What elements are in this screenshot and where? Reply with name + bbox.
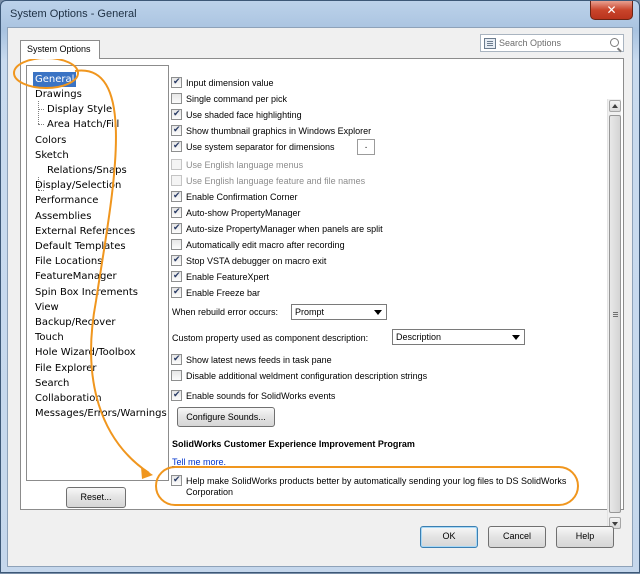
checkbox[interactable] bbox=[171, 389, 182, 402]
option-label: Auto-show PropertyManager bbox=[186, 208, 301, 218]
separator-field[interactable]: . bbox=[357, 139, 375, 155]
option-label: Use shaded face highlighting bbox=[186, 110, 302, 120]
rebuild-error-label: When rebuild error occurs: bbox=[172, 307, 279, 317]
general-options-list: Input dimension value Single command per… bbox=[171, 65, 605, 505]
close-button[interactable]: ✕ bbox=[590, 1, 633, 20]
tab-system-options[interactable]: System Options bbox=[20, 40, 100, 59]
configure-sounds-button[interactable]: Configure Sounds... bbox=[177, 407, 275, 427]
option-label: Use English language menus bbox=[186, 160, 304, 170]
dialog-client-area: System Options General Drawings Display … bbox=[7, 27, 633, 567]
checkbox[interactable] bbox=[171, 286, 182, 299]
tree-connector bbox=[38, 109, 44, 110]
checkbox[interactable] bbox=[171, 76, 182, 89]
tree-item-collaboration[interactable]: Collaboration bbox=[35, 391, 102, 406]
tell-me-more-link[interactable]: Tell me more. bbox=[172, 457, 226, 467]
checkbox[interactable] bbox=[171, 93, 182, 104]
tree-item-display-selection[interactable]: Display/Selection bbox=[35, 178, 121, 193]
rebuild-error-value: Prompt bbox=[295, 307, 325, 317]
chevron-down-icon bbox=[512, 335, 520, 340]
checkbox[interactable] bbox=[171, 140, 182, 153]
ceip-heading: SolidWorks Customer Experience Improveme… bbox=[172, 439, 415, 449]
option-label: Input dimension value bbox=[186, 78, 274, 88]
checkbox[interactable] bbox=[171, 108, 182, 121]
option-label: Use system separator for dimensions bbox=[186, 142, 335, 152]
tree-item-search[interactable]: Search bbox=[35, 376, 69, 391]
tree-item-messages-errors-warnings[interactable]: Messages/Errors/Warnings bbox=[35, 406, 167, 421]
checkbox[interactable] bbox=[171, 370, 182, 381]
tree-connector bbox=[38, 124, 44, 125]
grip-icon bbox=[613, 312, 618, 313]
help-button[interactable]: Help bbox=[556, 526, 614, 548]
tree-connector bbox=[38, 101, 39, 124]
option-label: Enable FeatureXpert bbox=[186, 272, 270, 282]
tree-item-drawings[interactable]: Drawings bbox=[35, 87, 82, 102]
tree-item-external-references[interactable]: External References bbox=[35, 224, 135, 239]
window-title: System Options - General bbox=[10, 8, 137, 20]
tree-item-sketch[interactable]: Sketch bbox=[35, 148, 69, 163]
arrow-down-icon bbox=[612, 522, 618, 526]
scroll-up-button[interactable] bbox=[609, 100, 621, 112]
custom-property-value: Description bbox=[396, 332, 442, 342]
tree-item-touch[interactable]: Touch bbox=[35, 330, 64, 345]
tree-item-colors[interactable]: Colors bbox=[35, 133, 66, 148]
options-scrollbar[interactable] bbox=[607, 99, 621, 531]
tree-item-display-style[interactable]: Display Style bbox=[47, 102, 112, 117]
chevron-down-icon bbox=[374, 310, 382, 315]
search-options-icon bbox=[484, 38, 496, 49]
option-label: Stop VSTA debugger on macro exit bbox=[186, 256, 327, 266]
checkbox[interactable] bbox=[171, 222, 182, 235]
checkbox bbox=[171, 159, 182, 170]
arrow-up-icon bbox=[612, 104, 618, 108]
checkbox[interactable] bbox=[171, 190, 182, 203]
tree-item-area-hatch-fill[interactable]: Area Hatch/Fill bbox=[47, 117, 119, 132]
checkbox[interactable] bbox=[171, 270, 182, 283]
option-label: Show thumbnail graphics in Windows Explo… bbox=[186, 126, 372, 136]
tree-item-spin-box-increments[interactable]: Spin Box Increments bbox=[35, 285, 138, 300]
checkbox[interactable] bbox=[171, 353, 182, 366]
tree-item-performance[interactable]: Performance bbox=[35, 193, 98, 208]
option-label: Use English language feature and file na… bbox=[186, 176, 366, 186]
tree-item-view[interactable]: View bbox=[35, 300, 59, 315]
tree-item-assemblies[interactable]: Assemblies bbox=[35, 209, 91, 224]
scroll-thumb[interactable] bbox=[609, 115, 621, 513]
option-label: Single command per pick bbox=[186, 94, 288, 104]
option-label: Disable additional weldment configuratio… bbox=[186, 371, 428, 381]
checkbox[interactable] bbox=[171, 206, 182, 219]
search-box[interactable] bbox=[480, 34, 624, 52]
rebuild-error-select[interactable]: Prompt bbox=[291, 304, 387, 320]
tree-item-file-locations[interactable]: File Locations bbox=[35, 254, 102, 269]
ok-button[interactable]: OK bbox=[420, 526, 478, 548]
tree-item-general[interactable]: General bbox=[33, 72, 77, 87]
option-label-continued: Corporation bbox=[186, 487, 234, 497]
option-label: Show latest news feeds in task pane bbox=[186, 355, 332, 365]
option-label: Automatically edit macro after recording bbox=[186, 240, 345, 250]
tree-item-featuremanager[interactable]: FeatureManager bbox=[35, 269, 117, 284]
option-label: Auto-size PropertyManager when panels ar… bbox=[186, 224, 383, 234]
option-label: Enable Freeze bar bbox=[186, 288, 261, 298]
tree-item-file-explorer[interactable]: File Explorer bbox=[35, 361, 97, 376]
reset-button[interactable]: Reset... bbox=[66, 487, 126, 508]
tree-item-backup-recover[interactable]: Backup/Recover bbox=[35, 315, 115, 330]
search-icon[interactable] bbox=[610, 38, 619, 47]
title-bar[interactable]: System Options - General ✕ bbox=[1, 1, 639, 27]
checkbox[interactable] bbox=[171, 239, 182, 250]
checkbox[interactable] bbox=[171, 254, 182, 267]
option-label: Help make SolidWorks products better by … bbox=[186, 476, 567, 486]
tree-item-relations-snaps[interactable]: Relations/Snaps bbox=[47, 163, 127, 178]
custom-property-select[interactable]: Description bbox=[392, 329, 525, 345]
cancel-button[interactable]: Cancel bbox=[488, 526, 546, 548]
option-label: Enable Confirmation Corner bbox=[186, 192, 298, 202]
checkbox[interactable] bbox=[171, 474, 182, 487]
option-label: Enable sounds for SolidWorks events bbox=[186, 391, 336, 401]
options-tree[interactable]: General Drawings Display Style Area Hatc… bbox=[26, 65, 169, 481]
checkbox bbox=[171, 175, 182, 186]
custom-property-label: Custom property used as component descri… bbox=[172, 333, 369, 343]
options-panel: General Drawings Display Style Area Hatc… bbox=[20, 58, 624, 531]
checkbox[interactable] bbox=[171, 124, 182, 137]
tree-item-hole-wizard-toolbox[interactable]: Hole Wizard/Toolbox bbox=[35, 345, 136, 360]
search-input[interactable] bbox=[499, 36, 603, 50]
tree-item-default-templates[interactable]: Default Templates bbox=[35, 239, 126, 254]
system-options-dialog: System Options - General ✕ System Option… bbox=[0, 0, 640, 573]
